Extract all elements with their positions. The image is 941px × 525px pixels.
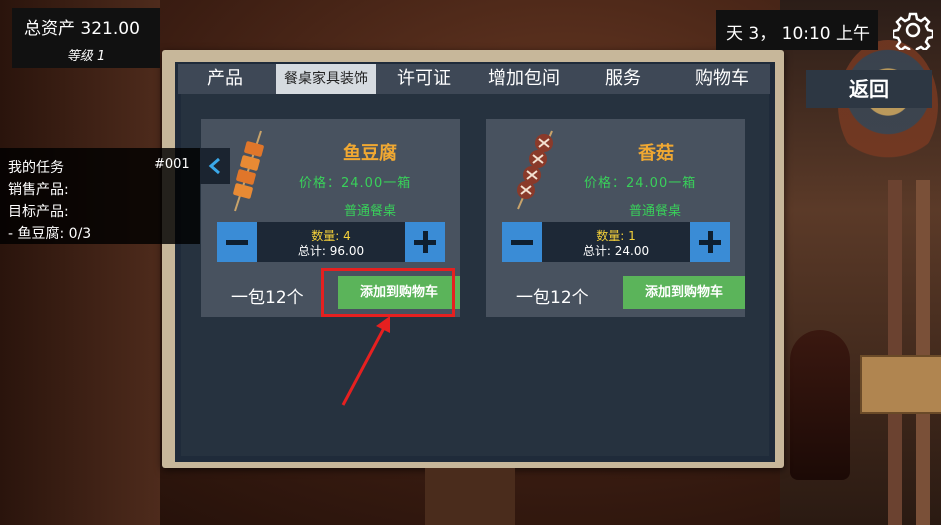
back-button[interactable]: 返回 bbox=[806, 70, 932, 108]
increase-quantity-button[interactable] bbox=[690, 222, 730, 262]
product-price: 价格：24.00一箱 bbox=[299, 176, 412, 191]
product-name: 香菇 bbox=[638, 143, 674, 164]
mission-id: #001 bbox=[154, 157, 190, 172]
level-value: 1 bbox=[96, 49, 106, 64]
mission-target-label: 目标产品: bbox=[8, 204, 69, 220]
collapse-mission-button[interactable] bbox=[200, 148, 230, 184]
shop-tabs: 产品 餐桌家具装饰 许可证 增加包间 服务 购物车 bbox=[178, 64, 770, 94]
total-assets: 总资产 321.00 bbox=[24, 14, 140, 39]
product-table-type: 普通餐桌 bbox=[344, 204, 397, 219]
mission-progress: - 鱼豆腐: 0/3 bbox=[8, 226, 92, 242]
tab-private-rooms[interactable]: 增加包间 bbox=[476, 64, 572, 94]
add-to-cart-button[interactable]: 添加到购物车 bbox=[623, 276, 745, 309]
highlight-box bbox=[321, 268, 455, 317]
background-post bbox=[916, 180, 930, 525]
background-crate bbox=[860, 355, 941, 414]
pack-size: 一包12个 bbox=[516, 288, 589, 308]
game-clock: 天 3， 10:10 上午 bbox=[716, 10, 878, 50]
chevron-left-icon bbox=[208, 157, 220, 175]
product-card-mushroom: 香菇 价格：24.00一箱 普通餐桌 数量: 1 总计: 24.00 一包12个… bbox=[486, 119, 745, 317]
fish-tofu-skewer-icon bbox=[233, 130, 264, 212]
product-name: 鱼豆腐 bbox=[343, 143, 397, 164]
mission-sell-label: 销售产品: bbox=[8, 182, 69, 198]
total-assets-value: 321.00 bbox=[80, 19, 140, 39]
quantity-stepper: 数量: 4 总计: 96.00 bbox=[217, 222, 445, 262]
day-time-text: 天 3， 10:10 上午 bbox=[726, 24, 871, 44]
background-wall-left bbox=[0, 0, 160, 525]
quantity-stepper: 数量: 1 总计: 24.00 bbox=[502, 222, 730, 262]
total-assets-label: 总资产 bbox=[24, 19, 75, 39]
background-post bbox=[888, 180, 902, 525]
total-assets-panel: 总资产 321.00 等级 1 bbox=[12, 8, 160, 68]
tab-cart[interactable]: 购物车 bbox=[680, 64, 764, 94]
increase-quantity-button[interactable] bbox=[405, 222, 445, 262]
tab-products[interactable]: 产品 bbox=[188, 64, 262, 94]
board-stand bbox=[425, 468, 515, 525]
gear-icon[interactable] bbox=[893, 10, 933, 50]
mushroom-skewer-icon bbox=[517, 130, 553, 210]
mission-panel: 我的任务 #001 销售产品: 目标产品: - 鱼豆腐: 0/3 bbox=[0, 148, 200, 244]
level-label: 等级 bbox=[66, 49, 93, 64]
mission-title: 我的任务 bbox=[8, 160, 64, 176]
product-price: 价格：24.00一箱 bbox=[584, 176, 697, 191]
pack-size: 一包12个 bbox=[231, 288, 304, 308]
player-level: 等级 1 bbox=[12, 45, 160, 64]
product-table-type: 普通餐桌 bbox=[629, 204, 682, 219]
tab-licenses[interactable]: 许可证 bbox=[384, 64, 464, 94]
background-character bbox=[790, 330, 850, 480]
tab-table-decor[interactable]: 餐桌家具装饰 bbox=[276, 64, 376, 94]
tab-services[interactable]: 服务 bbox=[588, 64, 658, 94]
